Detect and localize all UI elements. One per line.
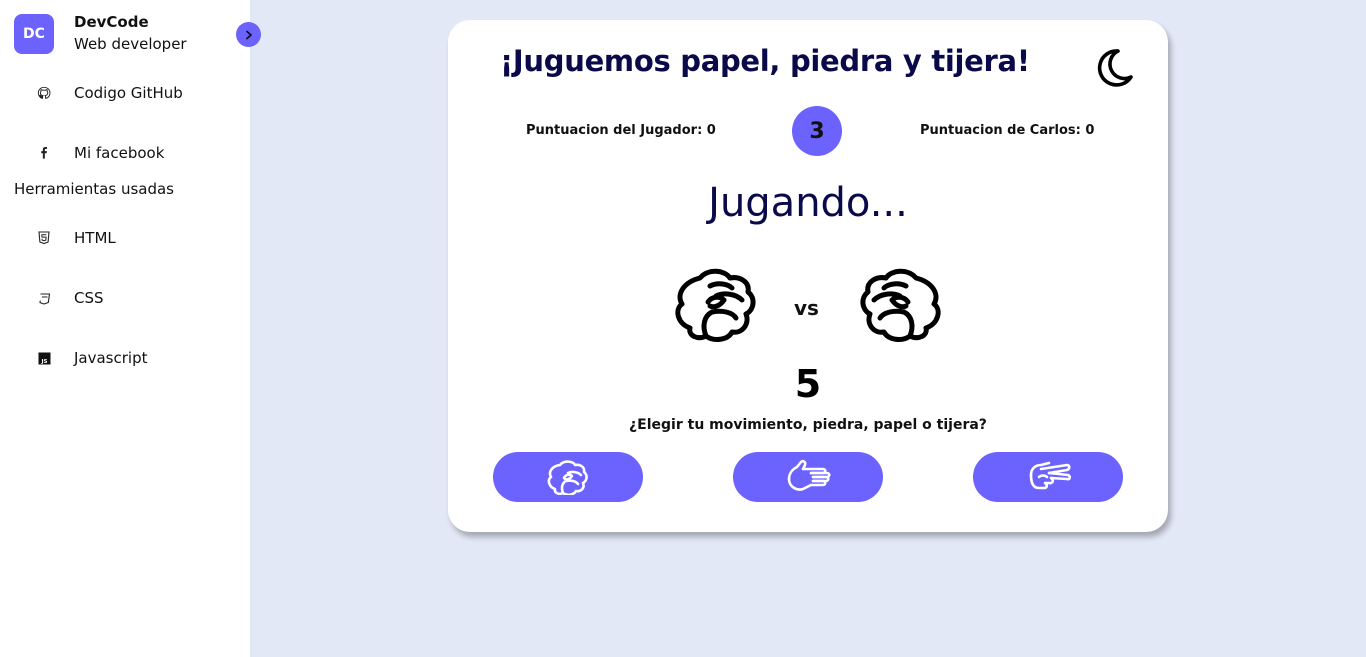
player-hand-rock-icon <box>670 266 760 350</box>
moon-icon <box>1097 49 1133 87</box>
profile-name: DevCode <box>74 13 149 31</box>
move-prompt: ¿Elegir tu movimiento, piedra, papel o t… <box>629 417 987 433</box>
sidebar-item-label: Codigo GitHub <box>74 84 183 102</box>
paper-hand-icon <box>787 459 831 491</box>
chevron-right-icon <box>245 30 252 39</box>
github-icon <box>36 85 52 101</box>
sidebar-toggle-button[interactable] <box>236 22 261 47</box>
page-title: ¡Juguemos papel, piedra y tijera! <box>500 44 1030 78</box>
facebook-icon <box>36 145 52 161</box>
sidebar-item-css[interactable]: CSS <box>36 286 104 310</box>
sidebar-item-label: Mi facebook <box>74 144 165 162</box>
rock-hand-icon <box>547 460 588 495</box>
sidebar: DC DevCode Web developer Codigo GitHub M… <box>0 0 261 657</box>
sidebar-item-github[interactable]: Codigo GitHub <box>36 81 183 105</box>
countdown: 5 <box>794 362 822 406</box>
sidebar-item-label: HTML <box>74 229 116 247</box>
choose-rock-button[interactable] <box>493 452 643 502</box>
dark-mode-toggle[interactable] <box>1092 46 1136 94</box>
choose-paper-button[interactable] <box>733 452 883 502</box>
scissors-hand-icon <box>1029 461 1072 490</box>
css3-icon <box>36 290 52 306</box>
game-card: ¡Juguemos papel, piedra y tijera! Puntua… <box>448 20 1168 532</box>
html5-icon <box>36 230 52 246</box>
tools-section-title: Herramientas usadas <box>14 180 174 198</box>
round-badge: 3 <box>792 106 842 156</box>
sidebar-item-label: CSS <box>74 289 104 307</box>
choose-scissors-button[interactable] <box>973 452 1123 502</box>
avatar: DC <box>14 14 54 54</box>
vs-label: vs <box>794 296 819 320</box>
carlos-score: Puntuacion de Carlos: 0 <box>920 123 1095 138</box>
profile: DC DevCode Web developer <box>14 13 187 56</box>
game-status: Jugando... <box>708 180 908 226</box>
sidebar-item-facebook[interactable]: Mi facebook <box>36 141 164 165</box>
profile-role: Web developer <box>74 35 187 53</box>
svg-text:JS: JS <box>40 359 47 365</box>
sidebar-item-html[interactable]: HTML <box>36 226 116 250</box>
player-score: Puntuacion del Jugador: 0 <box>526 123 716 138</box>
sidebar-item-label: Javascript <box>74 349 148 367</box>
javascript-icon: JS <box>36 350 52 366</box>
carlos-hand-rock-icon <box>856 266 946 350</box>
sidebar-item-javascript[interactable]: JS Javascript <box>36 346 147 370</box>
